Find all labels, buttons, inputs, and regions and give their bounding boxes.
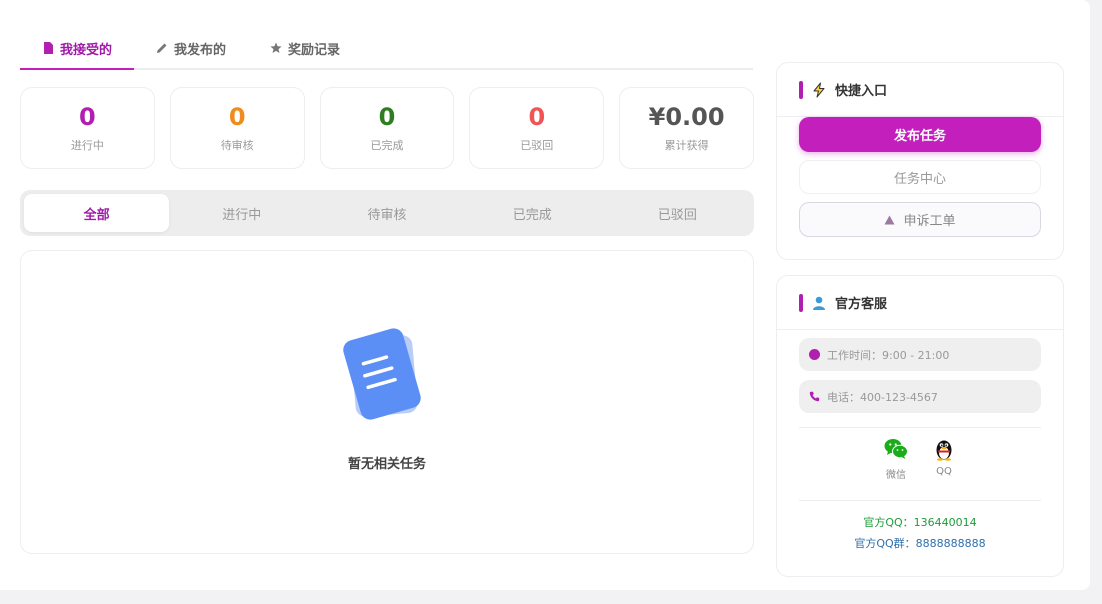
stat-rejected: 0 已驳回 — [469, 87, 605, 169]
stat-label: 进行中 — [70, 139, 104, 152]
qq-contact[interactable]: QQ — [931, 436, 957, 481]
filter-in-progress[interactable]: 进行中 — [169, 194, 314, 232]
tab-rewards-label: 奖励记录 — [288, 42, 341, 58]
tab-published[interactable]: 我发布的 — [134, 28, 248, 68]
task-list-empty: 暂无相关任务 — [20, 250, 754, 554]
stat-label: 累计获得 — [664, 139, 709, 152]
tab-accepted[interactable]: 我接受的 — [20, 28, 135, 70]
work-hours-text: 工作时间：9:00 - 21:00 — [827, 348, 950, 362]
phone-info: 电话：400-123-4567 — [799, 380, 1041, 413]
divider — [799, 427, 1041, 428]
customer-service-panel: 官方客服 工作时间：9:00 - 21:00 电话：400-123-4567 微 — [776, 275, 1064, 577]
document-icon — [44, 42, 53, 54]
main-card: 我接受的 我发布的 奖励记录 0 进行中 0 待审核 0 已完成 0 已驳回 ¥ — [0, 0, 1090, 590]
clock-dot-icon — [809, 349, 820, 360]
tab-rewards[interactable]: 奖励记录 — [248, 28, 362, 68]
qq-penguin-icon — [936, 440, 952, 461]
filter-completed[interactable]: 已完成 — [460, 194, 605, 232]
stat-value: 0 — [378, 103, 396, 131]
stat-value: 0 — [528, 103, 546, 131]
stat-completed: 0 已完成 — [319, 87, 455, 169]
document-empty-icon — [343, 328, 421, 420]
tab-accepted-label: 我接受的 — [60, 42, 113, 58]
qq-label: QQ — [936, 466, 952, 477]
work-hours: 工作时间：9:00 - 21:00 — [799, 338, 1041, 371]
panel-header: 快捷入口 — [777, 63, 1063, 117]
publish-task-button[interactable]: 发布任务 — [799, 117, 1041, 152]
accent-bar — [799, 293, 803, 312]
user-icon — [813, 296, 825, 310]
quick-entry-title: 快捷入口 — [835, 84, 888, 99]
star-icon — [270, 42, 282, 53]
filter-all[interactable]: 全部 — [24, 194, 170, 232]
appeal-ticket-button[interactable]: 申诉工单 — [799, 202, 1041, 237]
official-qq-group: 官方QQ群：8888888888 — [854, 537, 986, 550]
tab-published-label: 我发布的 — [174, 42, 227, 58]
status-filter: 全部 进行中 待审核 已完成 已驳回 — [20, 190, 754, 236]
filter-pending[interactable]: 待审核 — [314, 194, 459, 232]
empty-text: 暂无相关任务 — [347, 457, 426, 472]
filter-rejected[interactable]: 已驳回 — [605, 194, 750, 232]
social-contacts: 微信 QQ — [777, 436, 1063, 481]
stat-label: 已驳回 — [520, 139, 554, 152]
appeal-ticket-label: 申诉工单 — [903, 214, 956, 229]
stat-label: 已完成 — [370, 139, 404, 152]
panel-header: 官方客服 — [777, 276, 1063, 330]
stat-value: 0 — [228, 103, 246, 131]
customer-service-title: 官方客服 — [835, 297, 888, 312]
stat-value: 0 — [79, 103, 96, 131]
stat-earned: ¥0.00 累计获得 — [619, 87, 754, 169]
lightning-icon — [813, 82, 825, 97]
stat-label: 待审核 — [220, 139, 254, 152]
pencil-icon — [157, 43, 167, 53]
wechat-label: 微信 — [886, 470, 906, 481]
stat-in-progress: 0 进行中 — [20, 87, 155, 169]
quick-entry-panel: 快捷入口 发布任务 任务中心 申诉工单 — [776, 62, 1064, 260]
divider — [799, 500, 1041, 501]
phone-icon — [809, 391, 820, 402]
wechat-contact[interactable]: 微信 — [883, 436, 909, 481]
wechat-icon — [884, 439, 908, 459]
stat-value: ¥0.00 — [648, 103, 725, 131]
official-qq: 官方QQ：136440014 — [863, 516, 977, 529]
triangle-icon — [884, 215, 895, 224]
stat-pending: 0 待审核 — [169, 87, 305, 169]
top-tabs: 我接受的 我发布的 奖励记录 — [20, 28, 753, 70]
task-center-button[interactable]: 任务中心 — [799, 160, 1041, 194]
stats-row: 0 进行中 0 待审核 0 已完成 0 已驳回 ¥0.00 累计获得 — [20, 87, 754, 169]
publish-task-label: 发布任务 — [893, 129, 946, 144]
task-center-label: 任务中心 — [893, 171, 946, 187]
phone-text: 电话：400-123-4567 — [827, 390, 938, 404]
accent-bar — [799, 80, 803, 99]
